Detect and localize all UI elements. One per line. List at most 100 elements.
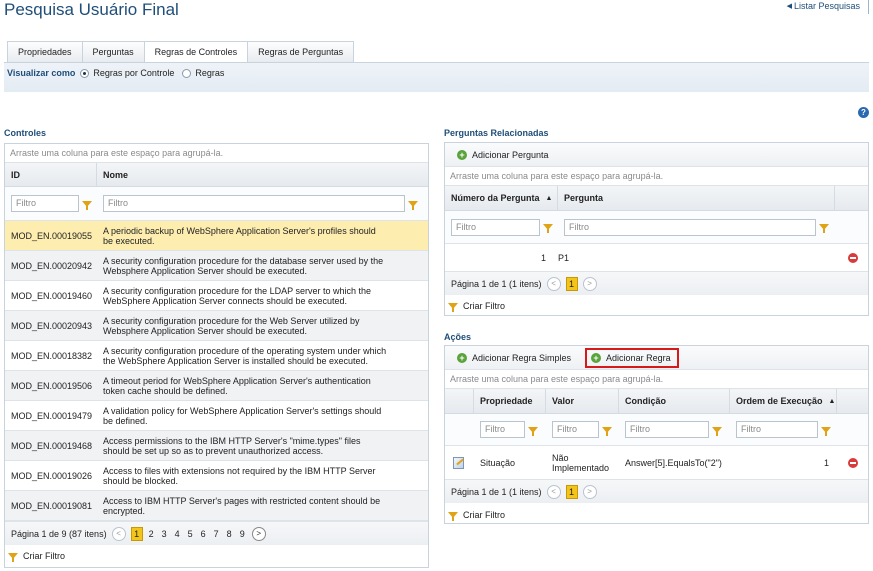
add-rule-button[interactable]: + Adicionar Regra — [585, 347, 679, 368]
arrow-left-icon: ◀ — [786, 3, 792, 10]
prev-page-icon[interactable]: < — [546, 276, 561, 291]
order-filter-input[interactable]: Filtro — [736, 421, 818, 438]
table-row[interactable]: MOD_EN.00019468 Access permissions to the… — [5, 431, 428, 461]
col-execution-order[interactable]: Ordem de Execução ▲ — [730, 389, 837, 413]
edit-icon[interactable] — [453, 456, 464, 469]
controls-pager: Página 1 de 9 (87 itens) < 123456789 > — [5, 521, 428, 545]
col-execution-order-label: Ordem de Execução — [736, 396, 823, 406]
controls-pager-text: Página 1 de 9 (87 itens) — [11, 528, 107, 539]
funnel-icon[interactable] — [602, 426, 612, 436]
col-value[interactable]: Valor — [546, 389, 619, 413]
questions-filter-row: Filtro Filtro — [445, 211, 868, 244]
page-numbers: 123456789 — [130, 526, 247, 541]
radio-rules[interactable]: Regras — [182, 68, 224, 78]
table-row[interactable]: MOD_EN.00019055 A periodic backup of WebS… — [5, 221, 428, 251]
actions-create-filter[interactable]: Criar Filtro — [445, 503, 868, 526]
add-question-button[interactable]: + Adicionar Pergunta — [457, 149, 549, 160]
funnel-icon[interactable] — [528, 426, 538, 436]
condition-filter-input[interactable]: Filtro — [625, 421, 709, 438]
controls-section-title: Controles — [4, 128, 47, 138]
page-link[interactable]: 5 — [186, 529, 195, 539]
sort-asc-icon: ▲ — [828, 397, 836, 405]
table-row[interactable]: Situação Não Implementado Answer[5].Equa… — [445, 446, 868, 479]
table-row[interactable]: MOD_EN.00019506 A timeout period for WebS… — [5, 371, 428, 401]
col-property[interactable]: Propriedade — [474, 389, 546, 413]
page-link[interactable]: 8 — [225, 529, 234, 539]
table-row[interactable]: MOD_EN.00020942 A security configuration … — [5, 251, 428, 281]
questions-toolbar: + Adicionar Pergunta — [445, 143, 868, 167]
create-filter-label: Criar Filtro — [463, 509, 505, 520]
name-filter-input[interactable]: Filtro — [103, 195, 405, 212]
page-link[interactable]: 9 — [238, 529, 247, 539]
question-number-cell: 1 — [540, 252, 546, 263]
table-row[interactable]: MOD_EN.00020943 A security configuration … — [5, 311, 428, 341]
help-icon[interactable]: ? — [858, 107, 869, 118]
control-id-cell: MOD_EN.00019081 — [11, 500, 93, 511]
current-page[interactable]: 1 — [565, 484, 578, 499]
property-filter-input[interactable]: Filtro — [480, 421, 525, 438]
current-page[interactable]: 1 — [130, 526, 143, 541]
add-simple-rule-button[interactable]: + Adicionar Regra Simples — [457, 352, 571, 363]
list-surveys-link[interactable]: ◀ Listar Pesquisas — [787, 1, 860, 11]
control-id-cell: MOD_EN.00019479 — [11, 410, 93, 421]
funnel-icon[interactable] — [82, 200, 92, 210]
next-page-icon[interactable]: > — [582, 276, 597, 291]
prev-page-icon[interactable]: < — [546, 484, 561, 499]
col-question-number-label: Número da Pergunta — [451, 193, 540, 203]
col-condition[interactable]: Condição — [619, 389, 730, 413]
page-link[interactable]: 7 — [212, 529, 221, 539]
funnel-icon — [448, 511, 458, 521]
col-question[interactable]: Pergunta — [558, 186, 835, 210]
questions-header: Número da Pergunta ▲ Pergunta — [445, 186, 868, 211]
value-filter-input[interactable]: Filtro — [552, 421, 599, 438]
id-filter-input[interactable]: Filtro — [11, 195, 79, 212]
tab-questions[interactable]: Perguntas — [81, 41, 145, 62]
page-link[interactable]: 6 — [199, 529, 208, 539]
table-row[interactable]: MOD_EN.00019026 Access to files with exte… — [5, 461, 428, 491]
col-question-number[interactable]: Número da Pergunta ▲ — [445, 186, 558, 210]
add-question-label: Adicionar Pergunta — [472, 149, 549, 160]
page-link[interactable]: 4 — [173, 529, 182, 539]
funnel-icon[interactable] — [821, 426, 831, 436]
page-link[interactable]: 2 — [147, 529, 156, 539]
col-name[interactable]: Nome — [97, 163, 428, 186]
table-row[interactable]: MOD_EN.00018382 A security configuration … — [5, 341, 428, 371]
controls-filter-row: Filtro Filtro — [5, 187, 428, 221]
question-number-filter-input[interactable]: Filtro — [451, 218, 540, 236]
col-actions — [835, 186, 868, 210]
question-filter-input[interactable]: Filtro — [564, 218, 816, 236]
funnel-icon[interactable] — [408, 200, 418, 210]
actions-filter-row: Filtro Filtro Filtro Filtro — [445, 414, 868, 446]
actions-pager-text: Página 1 de 1 (1 itens) — [451, 486, 542, 497]
table-row[interactable]: 1 P1 — [445, 244, 868, 271]
radio-selected-icon — [80, 68, 90, 78]
property-cell: Situação — [480, 457, 516, 468]
funnel-icon[interactable] — [712, 426, 722, 436]
remove-icon[interactable] — [848, 457, 858, 468]
create-filter-label: Criar Filtro — [463, 300, 505, 311]
radio-rules-by-control[interactable]: Regras por Controle — [80, 68, 174, 78]
view-options-bar: Visualizar como Regras por Controle Regr… — [4, 62, 869, 92]
remove-icon[interactable] — [848, 252, 858, 263]
questions-group-hint: Arraste uma coluna para este espaço para… — [445, 167, 868, 186]
questions-create-filter[interactable]: Criar Filtro — [445, 295, 868, 316]
next-page-icon[interactable]: > — [582, 484, 597, 499]
page-link[interactable]: 3 — [160, 529, 169, 539]
control-name-cell: A periodic backup of WebSphere Applicati… — [103, 225, 376, 246]
table-row[interactable]: MOD_EN.00019081 Access to IBM HTTP Server… — [5, 491, 428, 521]
tab-question-rules[interactable]: Regras de Perguntas — [247, 41, 355, 62]
order-cell: 1 — [823, 457, 829, 468]
tab-properties[interactable]: Propriedades — [7, 41, 83, 62]
current-page[interactable]: 1 — [565, 276, 578, 291]
controls-create-filter[interactable]: Criar Filtro — [5, 545, 428, 567]
table-row[interactable]: MOD_EN.00019479 A validation policy for W… — [5, 401, 428, 431]
funnel-icon[interactable] — [819, 224, 829, 233]
prev-page-icon[interactable]: < — [111, 526, 126, 541]
col-id[interactable]: ID — [5, 163, 97, 186]
tab-control-rules[interactable]: Regras de Controles — [143, 41, 249, 63]
control-id-cell: MOD_EN.00019460 — [11, 290, 93, 301]
next-page-icon[interactable]: > — [251, 526, 266, 541]
funnel-icon[interactable] — [543, 224, 553, 233]
add-rule-label: Adicionar Regra — [606, 352, 671, 363]
table-row[interactable]: MOD_EN.00019460 A security configuration … — [5, 281, 428, 311]
